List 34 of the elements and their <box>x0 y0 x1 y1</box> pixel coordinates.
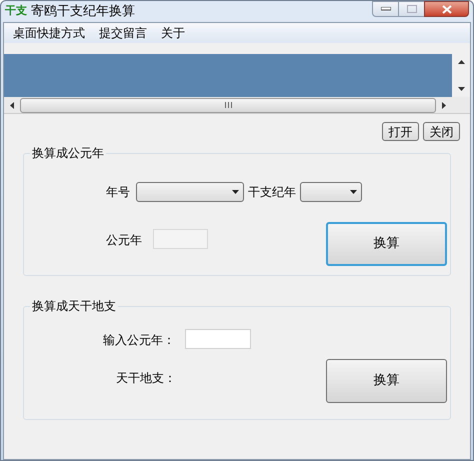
field-label: 输入公元年： <box>103 332 175 349</box>
window-title: 寄鸥干支纪年换算 <box>31 2 135 21</box>
field-label: 天干地支： <box>116 370 176 387</box>
group-title: 换算成公元年 <box>30 145 106 161</box>
maximize-icon <box>406 5 416 13</box>
dropdown[interactable] <box>136 182 244 202</box>
close-button[interactable] <box>424 1 469 17</box>
horizontal-scrollbar[interactable] <box>4 97 470 114</box>
up-arrow-icon <box>458 60 464 64</box>
down-arrow-icon <box>458 87 464 91</box>
menu-item[interactable]: 提交留言 <box>93 24 153 42</box>
menu-item[interactable]: 桌面快捷方式 <box>7 24 91 42</box>
input-field[interactable] <box>185 329 251 349</box>
caret-icon <box>232 190 239 194</box>
grip-icon <box>224 102 232 108</box>
caret-icon <box>350 190 357 194</box>
minimize-button[interactable] <box>372 1 399 17</box>
scroll-thumb[interactable] <box>20 98 436 112</box>
menu-item[interactable]: 关于 <box>155 24 191 42</box>
convert-button[interactable]: 换算 <box>326 222 447 266</box>
dropdown[interactable] <box>300 182 362 202</box>
convert-button[interactable]: 换算 <box>326 359 447 403</box>
field-label: 年号 <box>106 184 130 201</box>
toolbar-button[interactable]: 关闭 <box>423 122 460 141</box>
group-title: 换算成天干地支 <box>30 298 118 314</box>
toolbar-button[interactable]: 打开 <box>382 122 419 141</box>
field-label: 干支纪年 <box>248 184 296 201</box>
right-arrow-icon <box>442 102 446 108</box>
app-icon: 干支 <box>5 3 27 20</box>
close-icon <box>442 4 452 14</box>
left-arrow-icon <box>10 102 14 108</box>
output-field <box>153 229 208 249</box>
minimize-icon <box>380 7 390 11</box>
field-label: 公元年 <box>106 232 142 249</box>
